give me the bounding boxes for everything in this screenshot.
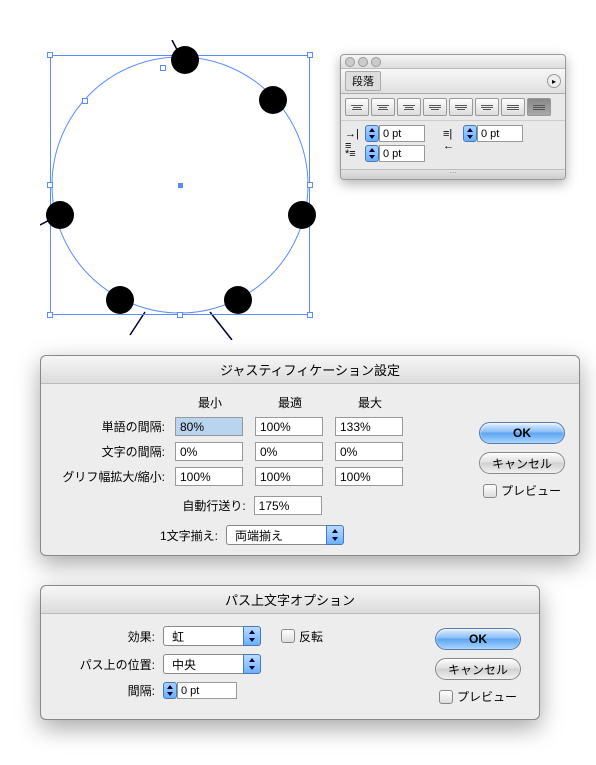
handle-icon[interactable] (177, 312, 183, 318)
word-max-input[interactable] (335, 417, 403, 436)
autoleading-label: 自動行送り: (182, 497, 245, 514)
indent-right-stepper[interactable] (463, 125, 523, 142)
chevron-updown-icon[interactable] (326, 525, 344, 545)
handle-icon[interactable] (47, 182, 53, 188)
checkbox-icon[interactable] (439, 690, 453, 704)
glyph-max-input[interactable] (335, 467, 403, 486)
indent-left-input[interactable] (379, 125, 425, 142)
anchor-icon[interactable] (82, 98, 88, 104)
path-object[interactable] (106, 286, 134, 314)
effect-select[interactable]: 虹 (163, 626, 261, 646)
single-word-value: 両端揃え (235, 527, 283, 544)
panel-menu-icon[interactable]: ▸ (547, 74, 561, 88)
letter-des-input[interactable] (255, 442, 323, 461)
dialog-title: ジャスティフィケーション設定 (41, 356, 579, 384)
close-icon[interactable] (345, 57, 355, 67)
paragraph-panel: 段落 ▸ →|≡ ≡|← *≡ ⋯ (340, 54, 566, 180)
justify-full-button[interactable] (527, 98, 551, 116)
indent-right-input[interactable] (477, 125, 523, 142)
flip-label: 反転 (299, 628, 323, 645)
letter-spacing-label: 文字の間隔: (55, 443, 165, 460)
path-object[interactable] (46, 201, 74, 229)
spacing-label: 間隔: (55, 682, 155, 699)
justify-center-button[interactable] (449, 98, 473, 116)
anchor-icon[interactable] (160, 65, 166, 71)
align-right-button[interactable] (397, 98, 421, 116)
align-to-path-label: パス上の位置: (55, 656, 155, 673)
path-object[interactable] (259, 86, 287, 114)
justification-dialog: ジャスティフィケーション設定 最小 最適 最大 単語の間隔: 文字の間隔: グリ… (40, 355, 580, 556)
single-word-label: 1文字揃え: (160, 527, 218, 544)
spacing-input[interactable] (177, 682, 237, 699)
align-center-button[interactable] (371, 98, 395, 116)
glyph-des-input[interactable] (255, 467, 323, 486)
ok-button[interactable]: OK (479, 422, 565, 444)
preview-label: プレビュー (501, 482, 561, 499)
indent-right-icon: ≡|← (443, 128, 459, 140)
indent-first-icon: *≡ (345, 148, 361, 160)
col-min-label: 最小 (175, 394, 245, 411)
center-point-icon (178, 183, 183, 188)
letter-max-input[interactable] (335, 442, 403, 461)
letter-min-input[interactable] (175, 442, 243, 461)
word-des-input[interactable] (255, 417, 323, 436)
indent-left-icon: →|≡ (345, 128, 361, 140)
autoleading-input[interactable] (254, 496, 322, 515)
handle-icon[interactable] (47, 312, 53, 318)
glyph-min-input[interactable] (175, 467, 243, 486)
effect-value: 虹 (172, 628, 184, 645)
handle-icon[interactable] (47, 52, 53, 58)
preview-checkbox[interactable]: プレビュー (439, 688, 517, 705)
indent-left-stepper[interactable] (365, 125, 425, 142)
ok-button[interactable]: OK (435, 628, 521, 650)
panel-title: 段落 (352, 76, 374, 88)
word-spacing-label: 単語の間隔: (55, 418, 165, 435)
zoom-icon[interactable] (371, 57, 381, 67)
path-object[interactable] (171, 46, 199, 74)
cancel-button[interactable]: キャンセル (435, 658, 521, 680)
cancel-button[interactable]: キャンセル (479, 452, 565, 474)
path-object[interactable] (288, 201, 316, 229)
panel-resize-icon[interactable]: ⋯ (341, 169, 565, 179)
handle-icon[interactable] (307, 312, 313, 318)
justify-right-button[interactable] (475, 98, 499, 116)
align-to-path-select[interactable]: 中央 (163, 654, 261, 674)
dialog-title: パス上文字オプション (41, 586, 539, 614)
handle-icon[interactable] (307, 182, 313, 188)
chevron-updown-icon[interactable] (243, 626, 261, 646)
word-min-input[interactable] (175, 417, 243, 436)
panel-tab-paragraph[interactable]: 段落 (345, 71, 381, 91)
indent-first-input[interactable] (379, 145, 425, 162)
path-object[interactable] (224, 286, 252, 314)
justify-all-button[interactable] (501, 98, 525, 116)
panel-titlebar[interactable] (341, 55, 565, 69)
chevron-updown-icon[interactable] (243, 654, 261, 674)
minimize-icon[interactable] (358, 57, 368, 67)
align-left-button[interactable] (345, 98, 369, 116)
flip-checkbox[interactable]: 反転 (281, 628, 323, 645)
justify-left-button[interactable] (423, 98, 447, 116)
type-on-path-dialog: パス上文字オプション 効果: 虹 反転 パス上の位置: 中央 間隔: OK キャ… (40, 585, 540, 720)
preview-checkbox[interactable]: プレビュー (483, 482, 561, 499)
spacing-stepper[interactable] (163, 682, 237, 699)
preview-label: プレビュー (457, 688, 517, 705)
handle-icon[interactable] (307, 52, 313, 58)
col-des-label: 最適 (255, 394, 325, 411)
art-canvas[interactable] (40, 40, 320, 330)
single-word-select[interactable]: 両端揃え (226, 525, 344, 545)
checkbox-icon[interactable] (281, 629, 295, 643)
col-max-label: 最大 (335, 394, 405, 411)
effect-label: 効果: (55, 628, 155, 645)
indent-first-stepper[interactable] (365, 145, 425, 162)
checkbox-icon[interactable] (483, 484, 497, 498)
glyph-scaling-label: グリフ幅拡大/縮小: (55, 468, 165, 485)
align-value: 中央 (172, 656, 196, 673)
